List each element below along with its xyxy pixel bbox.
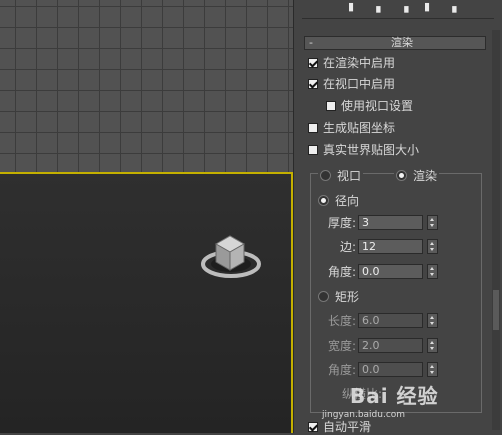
enable-in-renderer-checkbox[interactable]: [308, 57, 318, 68]
radial-thickness-spinner[interactable]: 厚度: 3: [312, 214, 438, 231]
rollout-title: 渲染: [391, 36, 413, 49]
rendering-rollout-header[interactable]: - 渲染: [304, 36, 486, 50]
radial-sides-label: 边:: [339, 240, 356, 254]
use-viewport-settings-checkbox[interactable]: [326, 100, 336, 111]
renderer-mode-option[interactable]: 渲染: [394, 167, 440, 184]
panel-scrollbar[interactable]: [492, 30, 500, 430]
renderer-mode-label: 渲染: [413, 169, 438, 183]
generate-mapping-coords-checkbox[interactable]: [308, 122, 318, 133]
tab-icon[interactable]: ▗: [372, 0, 380, 13]
rect-angle-input[interactable]: 0.0: [358, 362, 423, 377]
spinner-arrows-icon[interactable]: [427, 362, 438, 377]
rect-width-label: 宽度:: [327, 339, 356, 353]
generate-mapping-coords-label: 生成贴图坐标: [323, 121, 396, 135]
real-world-map-size-checkbox[interactable]: [308, 144, 318, 155]
enable-in-renderer-label: 在渲染中启用: [323, 56, 396, 70]
view-cube-icon[interactable]: [198, 222, 268, 292]
viewport-mode-label: 视口: [337, 169, 362, 183]
radial-thickness-input[interactable]: 3: [358, 215, 423, 230]
enable-in-viewport-option[interactable]: 在视口中启用: [308, 75, 395, 92]
radial-sides-input[interactable]: 12: [358, 239, 423, 254]
enable-in-viewport-checkbox[interactable]: [308, 78, 318, 89]
baidu-watermark: Bai 经验 jingyan.baidu.com: [322, 380, 439, 420]
rect-length-spinner[interactable]: 长度: 6.0: [312, 312, 438, 329]
watermark-brand: Bai 经验: [350, 384, 439, 408]
tab-icon[interactable]: ▗: [448, 0, 456, 13]
viewport-mode-radio[interactable]: [320, 170, 331, 181]
radial-option[interactable]: 径向: [318, 192, 359, 209]
auto-smooth-option[interactable]: 自动平滑: [308, 418, 371, 435]
rect-length-label: 长度:: [327, 314, 356, 328]
generate-mapping-coords-option[interactable]: 生成贴图坐标: [308, 119, 395, 136]
real-world-map-size-label: 真实世界贴图大小: [323, 143, 420, 157]
enable-in-renderer-option[interactable]: 在渲染中启用: [308, 54, 395, 71]
viewport-mode-option[interactable]: 视口: [318, 167, 364, 184]
use-viewport-settings-label: 使用视口设置: [341, 99, 414, 113]
spinner-arrows-icon[interactable]: [427, 264, 438, 279]
radial-radio[interactable]: [318, 195, 329, 206]
scrollbar-thumb[interactable]: [493, 290, 499, 330]
rectangular-radio[interactable]: [318, 291, 329, 302]
radial-angle-label: 角度:: [327, 265, 356, 279]
enable-in-viewport-label: 在视口中启用: [323, 77, 396, 91]
watermark-url: jingyan.baidu.com: [322, 410, 406, 420]
auto-smooth-checkbox[interactable]: [308, 421, 318, 432]
command-panel: ▮ ▗ ▗ ▮ ▗ - 渲染 在渲染中启用 在视口中启用 使用视口设置 生成贴图…: [293, 0, 502, 435]
perspective-viewport[interactable]: [0, 172, 293, 433]
radial-sides-spinner[interactable]: 边: 12: [312, 238, 438, 255]
spinner-arrows-icon[interactable]: [427, 239, 438, 254]
auto-smooth-label: 自动平滑: [323, 420, 372, 434]
rectangular-option[interactable]: 矩形: [318, 288, 359, 305]
collapse-icon[interactable]: -: [309, 37, 313, 49]
panel-tab-strip: ▮ ▗ ▗ ▮ ▗: [302, 0, 494, 19]
radial-thickness-label: 厚度:: [327, 216, 356, 230]
use-viewport-settings-option[interactable]: 使用视口设置: [326, 97, 413, 114]
rectangular-label: 矩形: [335, 290, 360, 304]
tab-icon[interactable]: ▮: [424, 0, 430, 13]
rect-angle-spinner[interactable]: 角度: 0.0: [312, 361, 438, 378]
rect-angle-label: 角度:: [327, 363, 356, 377]
top-viewport-grid[interactable]: [0, 0, 293, 172]
rect-length-input[interactable]: 6.0: [358, 313, 423, 328]
radial-angle-spinner[interactable]: 角度: 0.0: [312, 263, 438, 280]
rect-width-input[interactable]: 2.0: [358, 338, 423, 353]
radial-label: 径向: [335, 194, 360, 208]
radial-angle-input[interactable]: 0.0: [358, 264, 423, 279]
spinner-arrows-icon[interactable]: [427, 215, 438, 230]
tab-icon[interactable]: ▗: [400, 0, 408, 13]
tab-icon[interactable]: ▮: [348, 0, 354, 13]
rect-width-spinner[interactable]: 宽度: 2.0: [312, 337, 438, 354]
spinner-arrows-icon[interactable]: [427, 313, 438, 328]
renderer-mode-radio[interactable]: [396, 170, 407, 181]
real-world-map-size-option[interactable]: 真实世界贴图大小: [308, 141, 419, 158]
spinner-arrows-icon[interactable]: [427, 338, 438, 353]
